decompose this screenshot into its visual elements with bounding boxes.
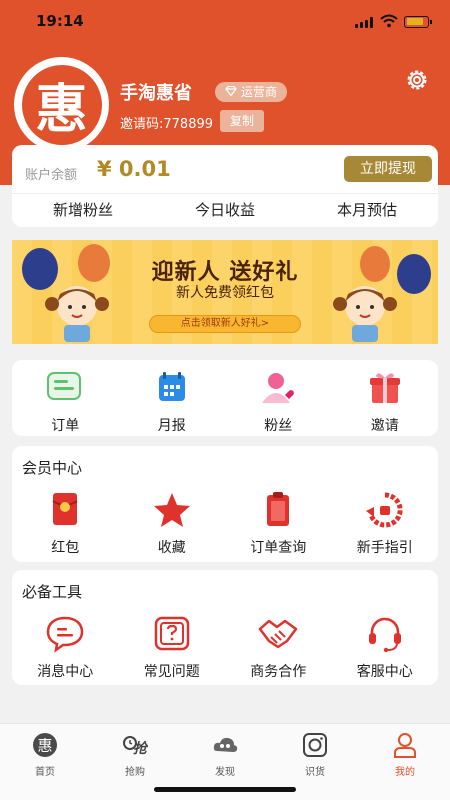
monthly-report-icon xyxy=(158,372,185,401)
red-envelope-icon xyxy=(52,493,78,525)
quick-actions-card: 订单 月报 粉丝 邀请 xyxy=(12,360,438,436)
headset-icon xyxy=(368,617,401,653)
promo-banner[interactable]: 迎新人 送好礼 新人免费领红包 点击领取新人好礼> xyxy=(12,240,438,344)
tab-flash-sale[interactable]: 抢 抢购 xyxy=(90,724,180,778)
username: 手淘惠省 xyxy=(120,83,192,104)
tab-profile[interactable]: 我的 xyxy=(360,724,450,778)
tool-label: 消息中心 xyxy=(37,664,94,680)
tab-label: 首页 xyxy=(35,767,55,778)
clipboard-icon xyxy=(267,492,290,526)
stat-today-earnings[interactable]: 今日收益 xyxy=(154,194,296,227)
copy-invite-button[interactable]: 复制 xyxy=(220,110,264,132)
invite-code: 邀请码:778899 xyxy=(120,117,214,132)
status-bar: 19:14 xyxy=(0,0,450,44)
handshake-icon xyxy=(259,619,298,649)
status-time: 19:14 xyxy=(36,12,84,30)
stat-month-estimate[interactable]: 本月预估 xyxy=(296,194,438,227)
member-center-card: 会员中心 红包 收藏 订单查询 新手指引 xyxy=(12,446,438,562)
role-label: 运营商 xyxy=(241,85,278,99)
wifi-icon xyxy=(380,14,398,32)
role-badge: 运营商 xyxy=(215,82,288,102)
tab-label: 发现 xyxy=(215,767,235,778)
flash-sale-icon: 抢 xyxy=(123,736,149,757)
banner-cta-button[interactable]: 点击领取新人好礼> xyxy=(149,315,301,333)
svg-text:惠: 惠 xyxy=(37,737,52,755)
star-icon xyxy=(153,493,190,527)
section-title-tools: 必备工具 xyxy=(22,583,83,601)
tool-business-cooperation[interactable]: 商务合作 xyxy=(225,615,332,681)
quick-action-label: 邀请 xyxy=(370,418,399,434)
question-icon xyxy=(154,616,189,651)
withdraw-button[interactable]: 立即提现 xyxy=(344,156,432,182)
camera-icon xyxy=(303,733,327,757)
svg-text:抢: 抢 xyxy=(133,740,148,757)
diamond-icon xyxy=(225,82,237,102)
member-item-red-envelope[interactable]: 红包 xyxy=(12,491,119,557)
tab-discover[interactable]: 发现 xyxy=(180,724,270,778)
quick-action-order[interactable]: 订单 xyxy=(12,369,119,435)
member-item-favorites[interactable]: 收藏 xyxy=(119,491,226,557)
tool-label: 常见问题 xyxy=(143,664,200,680)
quick-action-label: 月报 xyxy=(157,418,186,434)
home-hui-icon: 惠 xyxy=(33,733,57,757)
tool-customer-service[interactable]: 客服中心 xyxy=(332,615,439,681)
tool-label: 商务合作 xyxy=(250,664,307,680)
guide-icon xyxy=(365,492,403,528)
order-icon xyxy=(47,372,82,400)
tool-faq[interactable]: 常见问题 xyxy=(119,615,226,681)
section-title-member-center: 会员中心 xyxy=(22,459,83,477)
tool-message-center[interactable]: 消息中心 xyxy=(12,615,119,681)
tab-home[interactable]: 惠 首页 xyxy=(0,724,90,778)
member-item-label: 订单查询 xyxy=(250,540,307,556)
balance-value: ¥ 0.01 xyxy=(97,157,171,181)
avatar-logo: 惠 xyxy=(21,64,102,145)
quick-action-fans[interactable]: 粉丝 xyxy=(225,369,332,435)
quick-action-monthly-report[interactable]: 月报 xyxy=(119,369,226,435)
balance-card: 账户余额 ¥ 0.01 立即提现 新增粉丝 今日收益 本月预估 xyxy=(12,145,438,227)
member-item-beginner-guide[interactable]: 新手指引 xyxy=(332,491,439,557)
stat-new-fans[interactable]: 新增粉丝 xyxy=(12,194,154,227)
tab-label: 我的 xyxy=(395,767,415,778)
stats-row: 新增粉丝 今日收益 本月预估 xyxy=(12,194,438,227)
fans-icon xyxy=(262,373,295,403)
quick-action-label: 粉丝 xyxy=(264,418,293,434)
avatar[interactable]: 惠 xyxy=(14,57,109,152)
member-item-label: 收藏 xyxy=(157,540,186,556)
tab-label: 识货 xyxy=(305,767,325,778)
invite-gift-icon xyxy=(369,373,400,403)
quick-action-invite[interactable]: 邀请 xyxy=(332,369,439,435)
home-indicator xyxy=(154,787,296,792)
battery-icon xyxy=(404,16,432,28)
member-item-label: 新手指引 xyxy=(356,540,413,556)
message-icon xyxy=(46,616,84,653)
tab-identify[interactable]: 识货 xyxy=(270,724,360,778)
quick-action-label: 订单 xyxy=(51,418,80,434)
banner-subtitle: 新人免费领红包 xyxy=(176,285,274,301)
tool-label: 客服中心 xyxy=(356,664,413,680)
tools-card: 必备工具 消息中心 常见问题 商务合作 客服中心 xyxy=(12,570,438,685)
balance-label: 账户余额 xyxy=(25,168,78,183)
member-item-label: 红包 xyxy=(51,540,80,556)
member-item-order-query[interactable]: 订单查询 xyxy=(225,491,332,557)
discover-cloud-icon xyxy=(213,737,238,752)
tab-label: 抢购 xyxy=(125,767,145,778)
settings-gear-icon[interactable] xyxy=(403,66,431,94)
cellular-signal-icon xyxy=(355,17,373,28)
profile-icon xyxy=(394,733,416,758)
